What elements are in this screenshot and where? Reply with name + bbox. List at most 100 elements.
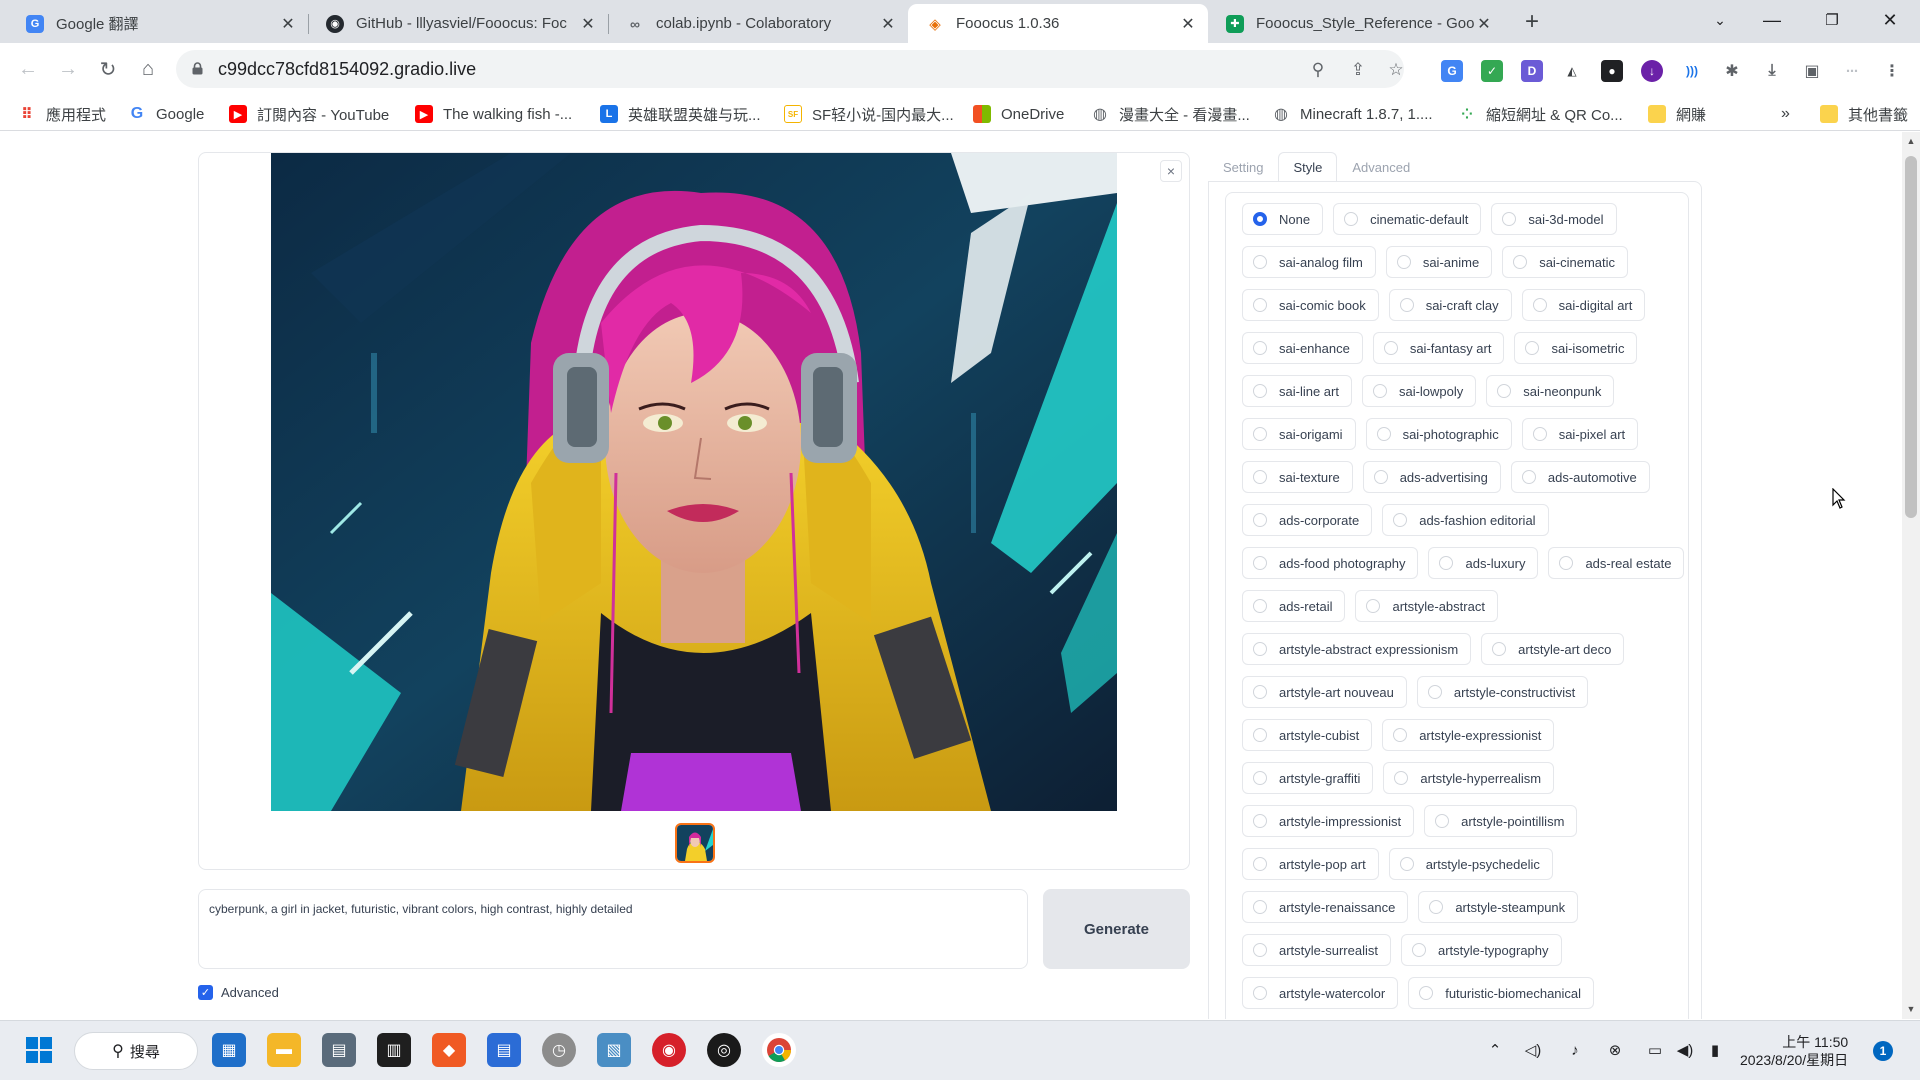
style-option[interactable]: artstyle-surrealist: [1242, 934, 1391, 966]
start-button[interactable]: [22, 1033, 56, 1067]
style-option[interactable]: artstyle-art deco: [1481, 633, 1625, 665]
microphone-icon[interactable]: ♪: [1564, 1039, 1586, 1061]
style-option[interactable]: artstyle-art nouveau: [1242, 676, 1407, 708]
radio-icon[interactable]: [1419, 986, 1434, 1000]
speaker-tray-icon[interactable]: ◁): [1522, 1039, 1544, 1061]
radio-icon[interactable]: [1393, 513, 1408, 527]
download-extension-icon[interactable]: ↓: [1641, 60, 1663, 82]
camera-extension-icon[interactable]: ●: [1601, 60, 1623, 82]
notification-badge[interactable]: 1: [1873, 1041, 1893, 1061]
style-option[interactable]: sai-pixel art: [1521, 418, 1639, 450]
style-option[interactable]: sai-cinematic: [1502, 246, 1629, 278]
style-option[interactable]: sai-lowpoly: [1361, 375, 1477, 407]
clock-app-icon[interactable]: ◷: [542, 1033, 576, 1067]
style-option[interactable]: artstyle-psychedelic: [1388, 848, 1553, 880]
radio-icon[interactable]: [1497, 384, 1512, 398]
bookmark-lol[interactable]: L 英雄联盟英雄与玩...: [600, 103, 761, 125]
radio-icon[interactable]: [1253, 599, 1267, 613]
system-clock[interactable]: 上午 11:50 2023/8/20/星期日: [1740, 1033, 1848, 1069]
style-option[interactable]: sai-fantasy art: [1372, 332, 1505, 364]
radio-selected-icon[interactable]: [1253, 212, 1267, 226]
radio-icon[interactable]: [1532, 427, 1547, 441]
radio-icon[interactable]: [1253, 685, 1267, 699]
bookmark-short-url[interactable]: ⁘ 縮短網址 & QR Co...: [1458, 103, 1623, 125]
style-option[interactable]: sai-line art: [1242, 375, 1352, 407]
translate-extension-icon[interactable]: G: [1441, 60, 1463, 82]
generate-button[interactable]: Generate: [1043, 889, 1190, 969]
style-option[interactable]: ads-real estate: [1548, 547, 1685, 579]
radio-icon[interactable]: [1253, 255, 1267, 269]
close-window-button[interactable]: ✕: [1870, 4, 1910, 36]
bookmark-google[interactable]: G Google: [128, 103, 205, 125]
style-option[interactable]: artstyle-typography: [1400, 934, 1562, 966]
radio-icon[interactable]: [1344, 212, 1359, 226]
reload-button[interactable]: ↻: [92, 53, 124, 85]
radio-icon[interactable]: [1383, 341, 1398, 355]
tab-github[interactable]: ◉ GitHub - lllyasviel/Fooocus: Foc ✕: [308, 4, 608, 43]
radio-icon[interactable]: [1253, 857, 1267, 871]
style-option[interactable]: sai-isometric: [1514, 332, 1638, 364]
xbox-icon[interactable]: ⊗: [1604, 1039, 1626, 1061]
image-viewer-icon[interactable]: ▧: [597, 1033, 631, 1067]
close-icon[interactable]: ✕: [278, 14, 298, 34]
style-option[interactable]: artstyle-expressionist: [1382, 719, 1555, 751]
radio-icon[interactable]: [1411, 943, 1426, 957]
page-scrollbar[interactable]: ▲ ▼: [1902, 132, 1920, 1019]
radio-icon[interactable]: [1253, 728, 1267, 742]
style-option[interactable]: artstyle-steampunk: [1418, 891, 1579, 923]
radio-icon[interactable]: [1253, 814, 1267, 828]
style-option[interactable]: sai-comic book: [1242, 289, 1379, 321]
radio-icon[interactable]: [1253, 556, 1267, 570]
style-option[interactable]: cinematic-default: [1333, 203, 1482, 235]
style-option[interactable]: ads-automotive: [1510, 461, 1650, 493]
advanced-checkbox[interactable]: ✓ Advanced: [198, 985, 279, 1000]
radio-icon[interactable]: [1399, 298, 1414, 312]
radio-icon[interactable]: [1253, 986, 1267, 1000]
radio-icon[interactable]: [1253, 384, 1267, 398]
radio-icon[interactable]: [1502, 212, 1517, 226]
bookmark-star-icon[interactable]: ☆: [1385, 59, 1407, 81]
bookmark-minecraft[interactable]: ◍ Minecraft 1.8.7, 1....: [1272, 103, 1433, 125]
tab-style-reference[interactable]: ✚ Fooocus_Style_Reference - Goo ✕: [1208, 4, 1504, 43]
radio-icon[interactable]: [1253, 513, 1267, 527]
bookmark-youtube-subs[interactable]: ▶ 訂閱內容 - YouTube: [229, 103, 389, 125]
style-option[interactable]: artstyle-cubist: [1242, 719, 1373, 751]
scroll-down-icon[interactable]: ▼: [1906, 1004, 1916, 1014]
tab-advanced[interactable]: Advanced: [1337, 152, 1425, 182]
other-bookmarks[interactable]: 其他書籤: [1820, 103, 1908, 125]
radio-icon[interactable]: [1513, 255, 1528, 269]
volume-icon[interactable]: ◀): [1674, 1039, 1696, 1061]
tray-overflow-icon[interactable]: ⌃: [1484, 1039, 1506, 1061]
radio-icon[interactable]: [1253, 470, 1267, 484]
extensions-puzzle-icon[interactable]: ✱: [1721, 60, 1743, 82]
style-option[interactable]: sai-anime: [1385, 246, 1493, 278]
radio-icon[interactable]: [1253, 427, 1267, 441]
home-button[interactable]: ⌂: [132, 53, 164, 85]
style-option[interactable]: artstyle-impressionist: [1242, 805, 1415, 837]
style-option[interactable]: ads-advertising: [1362, 461, 1501, 493]
checkbox-checked-icon[interactable]: ✓: [198, 985, 213, 1000]
battery-icon[interactable]: ▮: [1704, 1039, 1726, 1061]
prompt-input[interactable]: cyberpunk, a girl in jacket, futuristic,…: [198, 889, 1028, 969]
style-option[interactable]: artstyle-watercolor: [1242, 977, 1399, 1009]
address-bar[interactable]: c99dcc78cfd8154092.gradio.live ⚲ ⇪ ☆: [176, 50, 1404, 88]
radio-icon[interactable]: [1253, 341, 1267, 355]
radio-icon[interactable]: [1435, 814, 1450, 828]
scroll-up-icon[interactable]: ▲: [1906, 136, 1916, 146]
radio-icon[interactable]: [1492, 642, 1507, 656]
style-option[interactable]: artstyle-pop art: [1242, 848, 1379, 880]
hat-extension-icon[interactable]: ◭: [1561, 60, 1583, 82]
video-editor-icon[interactable]: ▥: [377, 1033, 411, 1067]
file-explorer-icon[interactable]: ▬: [267, 1033, 301, 1067]
style-option[interactable]: futuristic-biomechanical: [1408, 977, 1595, 1009]
radio-icon[interactable]: [1393, 728, 1408, 742]
generated-image[interactable]: [271, 153, 1117, 811]
radio-icon[interactable]: [1427, 685, 1442, 699]
bookmark-apps[interactable]: ⠿ 應用程式: [18, 103, 106, 125]
network-icon[interactable]: ▭: [1644, 1039, 1666, 1061]
radio-icon[interactable]: [1372, 384, 1387, 398]
bookmark-onedrive[interactable]: OneDrive: [973, 103, 1064, 125]
url-text[interactable]: c99dcc78cfd8154092.gradio.live: [218, 59, 476, 80]
bookmarks-overflow-button[interactable]: »: [1781, 103, 1790, 125]
style-option[interactable]: sai-3d-model: [1491, 203, 1617, 235]
